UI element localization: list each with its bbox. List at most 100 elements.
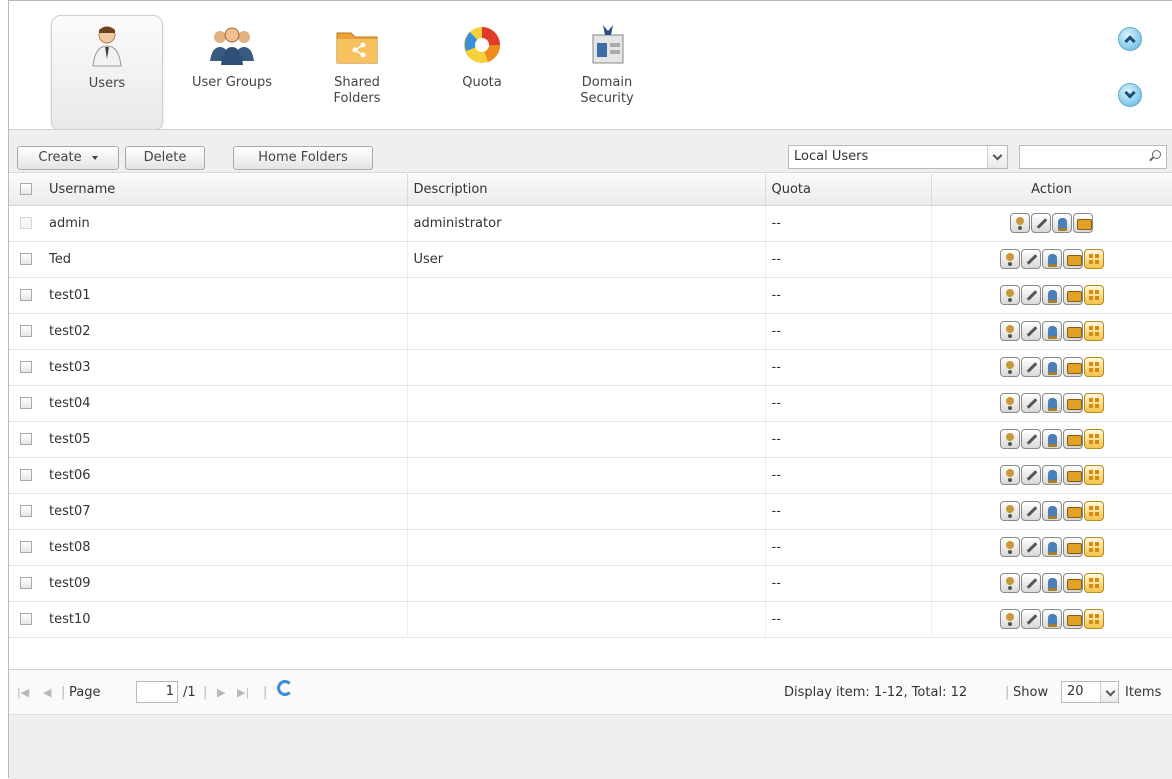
search-box[interactable]: [1019, 145, 1167, 169]
last-page-icon[interactable]: ▶|: [237, 684, 249, 702]
column-header-description[interactable]: Description: [407, 174, 766, 206]
row-checkbox[interactable]: [20, 289, 32, 301]
folders-action-icon[interactable]: [1062, 429, 1083, 449]
create-button[interactable]: Create: [17, 146, 119, 170]
refresh-icon[interactable]: [277, 680, 293, 696]
password-action-icon[interactable]: [1010, 213, 1030, 233]
folders-action-icon[interactable]: [1062, 573, 1083, 593]
folders-action-icon[interactable]: [1062, 501, 1083, 521]
table-row[interactable]: Ted User --: [9, 241, 1172, 278]
app-shared-folders[interactable]: Shared Folders: [301, 15, 413, 129]
table-row[interactable]: test03 --: [9, 349, 1172, 386]
edit-action-icon[interactable]: [1020, 537, 1041, 557]
user-type-select[interactable]: Local Users: [788, 145, 1008, 169]
groups-action-icon[interactable]: [1041, 429, 1062, 449]
quota-action-icon[interactable]: [1083, 573, 1104, 593]
page-number-input[interactable]: 1: [136, 681, 178, 703]
folders-action-icon[interactable]: [1062, 321, 1083, 341]
edit-action-icon[interactable]: [1031, 213, 1051, 233]
edit-action-icon[interactable]: [1020, 465, 1041, 485]
chevron-down-icon[interactable]: [1100, 682, 1118, 702]
row-checkbox[interactable]: [20, 541, 32, 553]
groups-action-icon[interactable]: [1041, 609, 1062, 629]
scroll-up-button[interactable]: [1118, 27, 1142, 51]
password-action-icon[interactable]: [999, 465, 1020, 485]
edit-action-icon[interactable]: [1020, 573, 1041, 593]
quota-action-icon[interactable]: [1083, 357, 1104, 377]
password-action-icon[interactable]: [999, 285, 1020, 305]
edit-action-icon[interactable]: [1020, 285, 1041, 305]
quota-action-icon[interactable]: [1083, 429, 1104, 449]
edit-action-icon[interactable]: [1020, 429, 1041, 449]
table-row[interactable]: test07 --: [9, 493, 1172, 530]
password-action-icon[interactable]: [999, 249, 1020, 269]
folders-action-icon[interactable]: [1062, 357, 1083, 377]
column-header-quota[interactable]: Quota: [765, 174, 932, 206]
quota-action-icon[interactable]: [1083, 285, 1104, 305]
password-action-icon[interactable]: [999, 393, 1020, 413]
groups-action-icon[interactable]: [1041, 537, 1062, 557]
column-header-username[interactable]: Username: [43, 174, 408, 206]
quota-action-icon[interactable]: [1083, 249, 1104, 269]
page-size-select[interactable]: 20: [1061, 681, 1119, 703]
next-page-icon[interactable]: ▶: [217, 684, 225, 702]
row-checkbox[interactable]: [20, 469, 32, 481]
table-row[interactable]: test02 --: [9, 313, 1172, 350]
search-input[interactable]: [1024, 147, 1144, 167]
quota-action-icon[interactable]: [1083, 609, 1104, 629]
edit-action-icon[interactable]: [1020, 357, 1041, 377]
table-row[interactable]: test10 --: [9, 601, 1172, 638]
password-action-icon[interactable]: [999, 573, 1020, 593]
delete-button[interactable]: Delete: [125, 146, 205, 170]
row-checkbox[interactable]: [20, 253, 32, 265]
quota-action-icon[interactable]: [1083, 501, 1104, 521]
folders-action-icon[interactable]: [1062, 393, 1083, 413]
edit-action-icon[interactable]: [1020, 501, 1041, 521]
groups-action-icon[interactable]: [1041, 357, 1062, 377]
first-page-icon[interactable]: |◀: [17, 684, 29, 702]
chevron-down-icon[interactable]: [987, 146, 1007, 168]
password-action-icon[interactable]: [999, 357, 1020, 377]
password-action-icon[interactable]: [999, 609, 1020, 629]
password-action-icon[interactable]: [999, 429, 1020, 449]
password-action-icon[interactable]: [999, 501, 1020, 521]
folders-action-icon[interactable]: [1062, 285, 1083, 305]
table-row[interactable]: test08 --: [9, 529, 1172, 566]
quota-action-icon[interactable]: [1083, 537, 1104, 557]
row-checkbox[interactable]: [20, 433, 32, 445]
row-checkbox[interactable]: [20, 577, 32, 589]
folders-action-icon[interactable]: [1062, 609, 1083, 629]
home-folders-button[interactable]: Home Folders: [233, 146, 373, 170]
edit-action-icon[interactable]: [1020, 393, 1041, 413]
edit-action-icon[interactable]: [1020, 609, 1041, 629]
search-icon[interactable]: [1152, 150, 1161, 159]
scroll-down-button[interactable]: [1118, 83, 1142, 107]
groups-action-icon[interactable]: [1041, 393, 1062, 413]
app-user-groups[interactable]: User Groups: [176, 15, 288, 129]
app-quota[interactable]: Quota: [426, 15, 538, 129]
table-row[interactable]: test06 --: [9, 457, 1172, 494]
groups-action-icon[interactable]: [1041, 249, 1062, 269]
groups-action-icon[interactable]: [1041, 501, 1062, 521]
edit-action-icon[interactable]: [1020, 249, 1041, 269]
app-domain-security[interactable]: Domain Security: [551, 15, 663, 129]
edit-action-icon[interactable]: [1020, 321, 1041, 341]
table-row[interactable]: test01 --: [9, 277, 1172, 314]
row-checkbox[interactable]: [20, 325, 32, 337]
app-users[interactable]: Users: [51, 15, 163, 131]
row-checkbox[interactable]: [20, 613, 32, 625]
quota-action-icon[interactable]: [1083, 393, 1104, 413]
folders-action-icon[interactable]: [1062, 537, 1083, 557]
table-row[interactable]: test09 --: [9, 565, 1172, 602]
password-action-icon[interactable]: [999, 537, 1020, 557]
row-checkbox[interactable]: [20, 397, 32, 409]
groups-action-icon[interactable]: [1041, 573, 1062, 593]
folders-action-icon[interactable]: [1062, 465, 1083, 485]
groups-action-icon[interactable]: [1041, 465, 1062, 485]
table-row[interactable]: test04 --: [9, 385, 1172, 422]
table-row[interactable]: test05 --: [9, 421, 1172, 458]
row-checkbox[interactable]: [20, 505, 32, 517]
quota-action-icon[interactable]: [1083, 465, 1104, 485]
groups-action-icon[interactable]: [1052, 213, 1072, 233]
groups-action-icon[interactable]: [1041, 285, 1062, 305]
